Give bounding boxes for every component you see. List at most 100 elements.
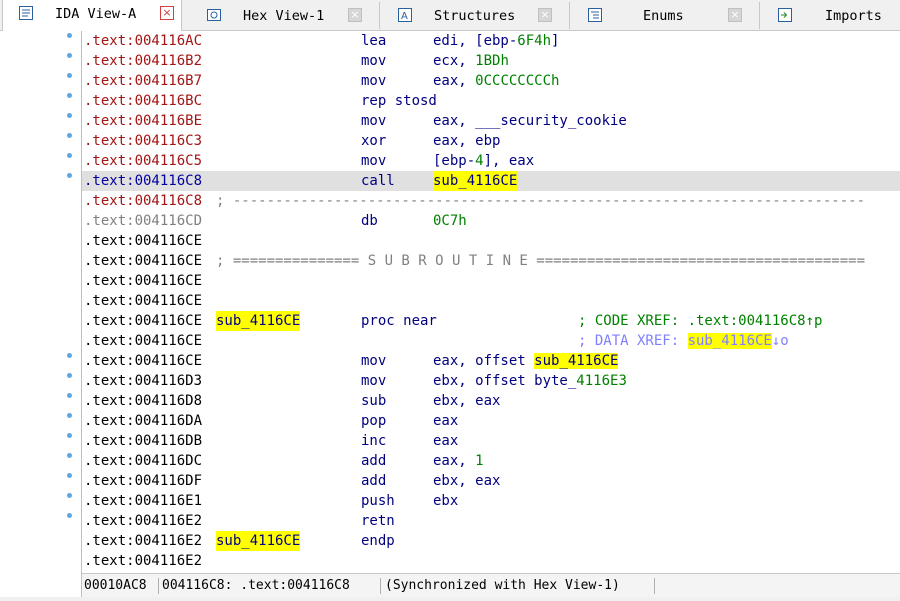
- listing-line[interactable]: .text:004116CE: [82, 271, 900, 291]
- listing-line[interactable]: .text:004116CE mov eax, offset sub_4116C…: [82, 351, 900, 371]
- close-icon[interactable]: ×: [538, 8, 552, 22]
- address: .text:004116C8: [84, 173, 203, 189]
- function-label[interactable]: sub_4116CE: [216, 311, 301, 331]
- tab-hex-view-1[interactable]: Hex View-1 ×: [190, 2, 380, 29]
- close-icon[interactable]: ×: [728, 8, 742, 22]
- mnemonic: endp: [361, 533, 395, 549]
- listing-line[interactable]: .text:004116E1 push ebx: [82, 491, 900, 511]
- listing-line[interactable]: .text:004116C3 xor eax, ebp: [82, 131, 900, 151]
- breakpoint-dot[interactable]: [67, 113, 72, 118]
- mnemonic: mov: [361, 113, 387, 129]
- listing-line[interactable]: .text:004116D8 sub ebx, eax: [82, 391, 900, 411]
- breakpoint-dot[interactable]: [67, 393, 72, 398]
- tab-label: IDA View-A: [55, 6, 137, 22]
- mnemonic: sub: [361, 393, 387, 409]
- listing-line[interactable]: .text:004116E2: [82, 551, 900, 571]
- address: .text:004116D8: [84, 393, 203, 409]
- operands: edi, [ebp-6F4h]: [433, 33, 560, 49]
- file-offset: 00010AC8: [84, 578, 147, 593]
- imports-icon: [777, 7, 793, 23]
- listing-line[interactable]: .text:004116E2 sub_4116CE endp: [82, 531, 900, 551]
- operands: ebx, eax: [433, 393, 501, 409]
- address: .text:004116BE: [84, 113, 203, 129]
- mnemonic: db: [361, 213, 378, 229]
- address: .text:004116DF: [84, 473, 203, 489]
- operands: eax, offset sub_4116CE: [433, 353, 619, 369]
- breakpoint-dot[interactable]: [67, 73, 72, 78]
- operands: ebx, eax: [433, 473, 501, 489]
- listing-line[interactable]: .text:004116AC lea edi, [ebp-6F4h]: [82, 31, 900, 51]
- tab-imports[interactable]: Imports: [760, 2, 900, 29]
- listing-line[interactable]: .text:004116CD db 0C7h: [82, 211, 900, 231]
- listing-line[interactable]: .text:004116CE ; DATA XREF: sub_4116CE↓o: [82, 331, 900, 351]
- listing-line[interactable]: .text:004116CE: [82, 291, 900, 311]
- call-target-highlight[interactable]: sub_4116CE: [433, 171, 518, 191]
- address: .text:004116AC: [84, 33, 203, 49]
- tab-enums[interactable]: Enums ×: [570, 2, 760, 29]
- breakpoint-dot[interactable]: [67, 33, 72, 38]
- breakpoint-dot[interactable]: [67, 493, 72, 498]
- breakpoint-dot[interactable]: [67, 453, 72, 458]
- mnemonic: mov: [361, 153, 387, 169]
- status-divider: [158, 578, 159, 594]
- breakpoint-dot[interactable]: [67, 353, 72, 358]
- breakpoint-dot[interactable]: [67, 473, 72, 478]
- breakpoint-dot[interactable]: [67, 413, 72, 418]
- tab-label: Imports: [825, 8, 882, 24]
- listing-line[interactable]: .text:004116BC rep stosd: [82, 91, 900, 111]
- listing-line[interactable]: .text:004116DC add eax, 1: [82, 451, 900, 471]
- address: .text:004116C3: [84, 133, 203, 149]
- listing-line[interactable]: .text:004116B7 mov eax, 0CCCCCCCCh: [82, 71, 900, 91]
- code-xref-comment[interactable]: ; CODE XREF: .text:004116C8↑p: [578, 311, 822, 331]
- disassembly-listing[interactable]: .text:004116AC lea edi, [ebp-6F4h] .text…: [82, 31, 900, 573]
- address: .text:004116CE: [84, 333, 203, 349]
- mnemonic: mov: [361, 373, 387, 389]
- listing-line[interactable]: .text:004116DA pop eax: [82, 411, 900, 431]
- listing-line[interactable]: .text:004116C5 mov [ebp-4], eax: [82, 151, 900, 171]
- operands: 0C7h: [433, 213, 467, 229]
- address: .text:004116DA: [84, 413, 203, 429]
- breakpoint-dot[interactable]: [67, 133, 72, 138]
- listing-line[interactable]: .text:004116CE: [82, 231, 900, 251]
- subroutine-banner: ; =============== S U B R O U T I N E ==…: [216, 253, 866, 269]
- listing-line[interactable]: .text:004116E2 retn: [82, 511, 900, 531]
- symbol-highlight[interactable]: sub_4116CE: [534, 353, 619, 369]
- tab-structures[interactable]: A Structures ×: [380, 2, 570, 29]
- breakpoint-dot[interactable]: [67, 93, 72, 98]
- operands: ebx, offset byte_4116E3: [433, 373, 627, 389]
- breakpoint-dot[interactable]: [67, 173, 72, 178]
- disassembly-view-icon: [18, 5, 34, 21]
- svg-text:A: A: [401, 11, 408, 22]
- operands: eax, ___security_cookie: [433, 113, 627, 129]
- close-icon[interactable]: ×: [348, 8, 362, 22]
- tab-label: Enums: [643, 8, 684, 24]
- current-line[interactable]: .text:004116C8 call sub_4116CE: [82, 171, 900, 191]
- operands: eax, ebp: [433, 133, 501, 149]
- function-label[interactable]: sub_4116CE: [216, 531, 301, 551]
- mnemonic: xor: [361, 133, 387, 149]
- current-location: 004116C8: .text:004116C8: [162, 578, 350, 593]
- breakpoint-dot[interactable]: [67, 53, 72, 58]
- data-xref-comment[interactable]: ; DATA XREF: sub_4116CE↓o: [578, 331, 789, 351]
- breakpoint-dot[interactable]: [67, 373, 72, 378]
- symbol-highlight[interactable]: sub_4116CE: [687, 333, 772, 349]
- listing-line[interactable]: .text:004116CE sub_4116CE proc near ; CO…: [82, 311, 900, 331]
- close-icon[interactable]: ×: [160, 6, 174, 20]
- listing-line[interactable]: .text:004116B2 mov ecx, 1BDh: [82, 51, 900, 71]
- listing-line[interactable]: .text:004116C8 ; -----------------------…: [82, 191, 900, 211]
- breakpoint-dot[interactable]: [67, 513, 72, 518]
- hex-view-icon: [206, 7, 222, 23]
- breakpoint-dot[interactable]: [67, 433, 72, 438]
- breakpoint-dot[interactable]: [67, 153, 72, 158]
- mnemonic: rep stosd: [361, 93, 437, 109]
- listing-line[interactable]: .text:004116CE ; =============== S U B R…: [82, 251, 900, 271]
- listing-line[interactable]: .text:004116DF add ebx, eax: [82, 471, 900, 491]
- listing-line[interactable]: .text:004116D3 mov ebx, offset byte_4116…: [82, 371, 900, 391]
- address: .text:004116BC: [84, 93, 203, 109]
- address: .text:004116CE: [84, 313, 203, 329]
- mnemonic: inc: [361, 433, 387, 449]
- listing-line[interactable]: .text:004116BE mov eax, ___security_cook…: [82, 111, 900, 131]
- address: .text:004116CD: [84, 213, 203, 229]
- tab-ida-view-a[interactable]: IDA View-A ×: [2, 0, 182, 31]
- listing-line[interactable]: .text:004116DB inc eax: [82, 431, 900, 451]
